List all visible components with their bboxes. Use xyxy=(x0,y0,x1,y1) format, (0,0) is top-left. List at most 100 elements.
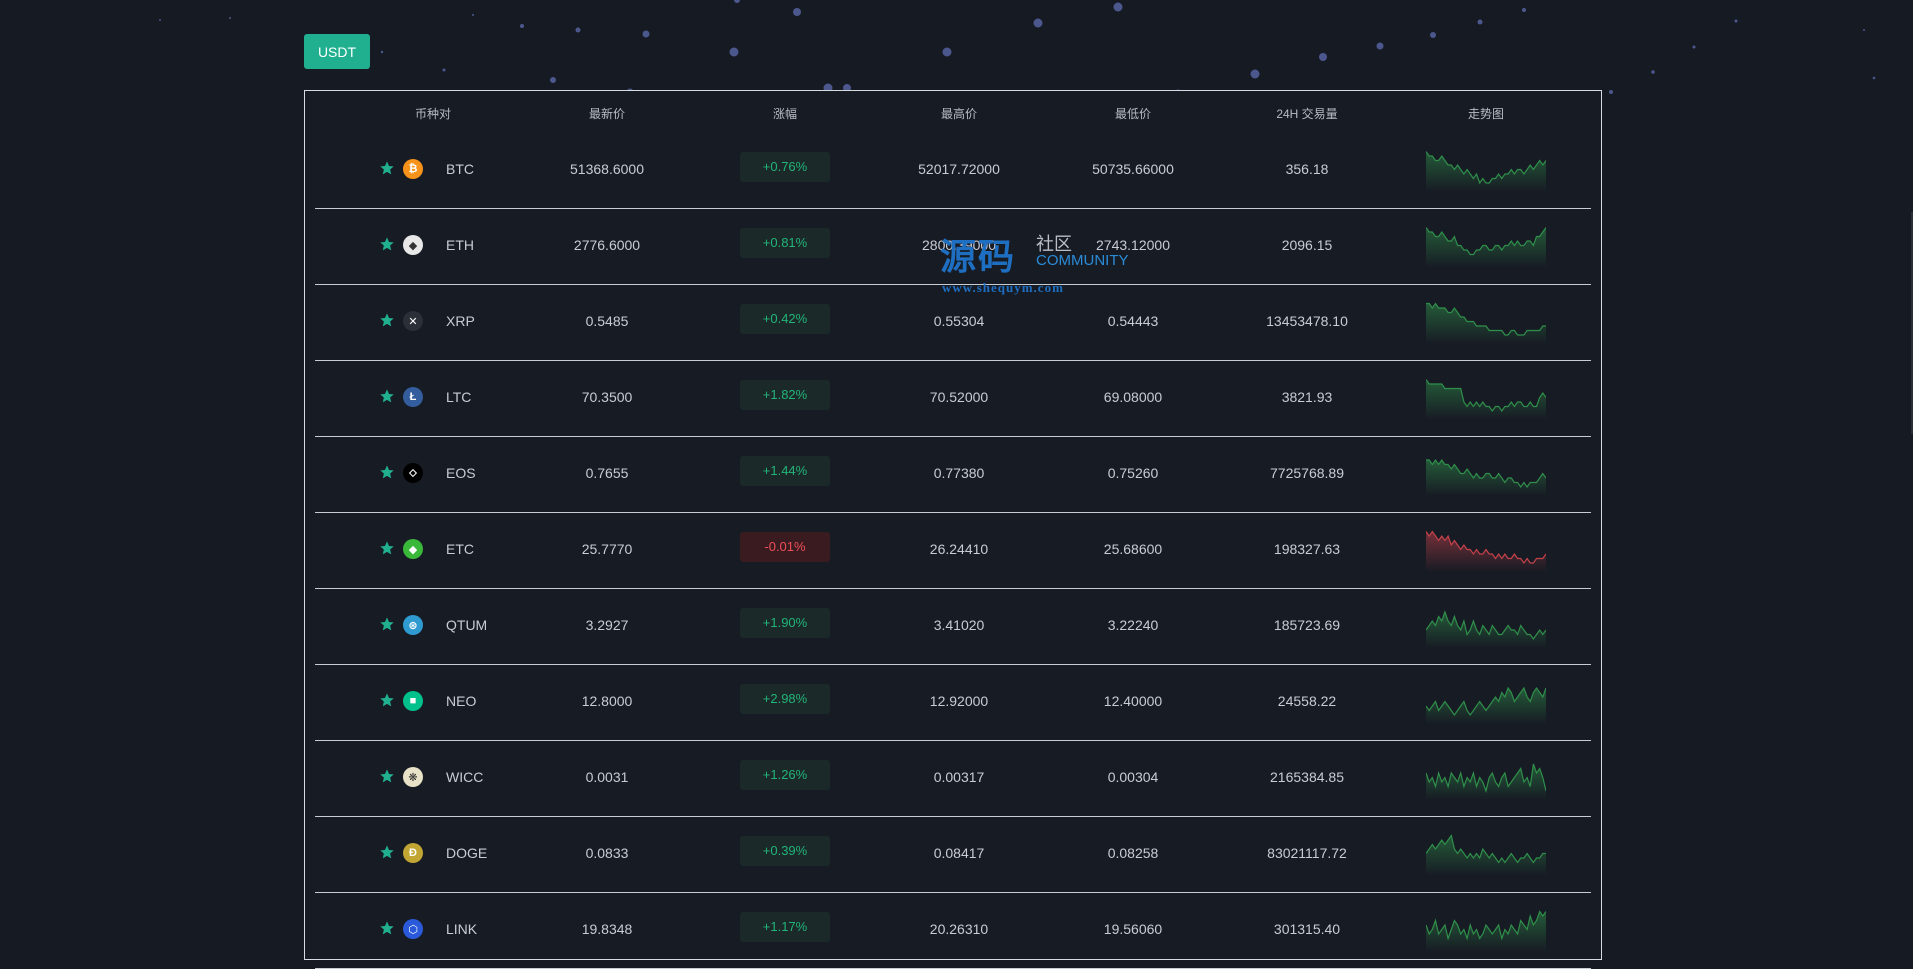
particle-dot xyxy=(520,24,524,28)
star-icon[interactable] xyxy=(379,388,395,404)
particle-dot xyxy=(1033,18,1043,28)
xrp-icon: ✕ xyxy=(403,311,423,331)
last-price: 0.5485 xyxy=(585,313,629,329)
change-badge: +0.81% xyxy=(740,228,830,258)
pair-symbol[interactable]: BTC xyxy=(446,161,474,177)
low-price: 12.40000 xyxy=(1103,693,1163,709)
high-price: 0.08417 xyxy=(933,845,985,861)
table-row[interactable]: ❋ WICC 0.0031 +1.26% 0.00317 0.00304 216… xyxy=(315,741,1591,817)
pair-symbol[interactable]: WICC xyxy=(446,769,483,785)
particle-dot xyxy=(1872,76,1876,80)
table-row[interactable]: ◆ ETH 2776.6000 +0.81% 2800.39000 2743.1… xyxy=(315,209,1591,285)
trend-sparkline xyxy=(1426,151,1546,192)
low-price: 69.08000 xyxy=(1103,389,1163,405)
particle-dot xyxy=(380,50,384,54)
high-price: 70.52000 xyxy=(929,389,989,405)
particle-dot xyxy=(1863,29,1865,31)
column-header-price: 最新价 xyxy=(588,107,626,121)
particle-dot xyxy=(1113,2,1123,12)
sparkline-area xyxy=(1426,531,1546,572)
change-badge: +0.39% xyxy=(740,836,830,866)
table-row[interactable]: Ð DOGE 0.0833 +0.39% 0.08417 0.08258 830… xyxy=(315,817,1591,893)
sparkline-area xyxy=(1426,303,1546,344)
column-header-pair: 币种对 xyxy=(414,107,452,121)
neo-icon: ■ xyxy=(403,691,423,711)
last-price: 70.3500 xyxy=(581,389,633,405)
particle-dot xyxy=(729,47,739,57)
pair-symbol[interactable]: NEO xyxy=(446,693,476,709)
particle-dot xyxy=(550,77,556,83)
pair-symbol[interactable]: LTC xyxy=(446,389,471,405)
low-price: 0.54443 xyxy=(1107,313,1159,329)
column-header-change: 涨幅 xyxy=(772,107,798,121)
star-icon[interactable] xyxy=(379,160,395,176)
change-badge: -0.01% xyxy=(740,532,830,562)
volume-24h: 2165384.85 xyxy=(1270,769,1344,785)
high-price: 26.24410 xyxy=(929,541,989,557)
pair-symbol[interactable]: ETH xyxy=(446,237,474,253)
trend-sparkline xyxy=(1426,379,1546,420)
pair-symbol[interactable]: LINK xyxy=(446,921,477,937)
trend-sparkline xyxy=(1426,910,1546,952)
star-icon[interactable] xyxy=(379,616,395,632)
sparkline-area xyxy=(1426,227,1546,268)
trend-sparkline xyxy=(1426,302,1546,344)
pair-symbol[interactable]: DOGE xyxy=(446,845,487,861)
pair-symbol[interactable]: EOS xyxy=(446,465,476,481)
last-price: 19.8348 xyxy=(581,921,633,937)
low-price: 0.08258 xyxy=(1107,845,1159,861)
star-icon[interactable] xyxy=(379,464,395,480)
table-row[interactable]: ⊛ QTUM 3.2927 +1.90% 3.41020 3.22240 185… xyxy=(315,589,1591,665)
star-icon[interactable] xyxy=(379,844,395,860)
column-header-high: 最高价 xyxy=(940,107,978,121)
high-price: 20.26310 xyxy=(929,921,989,937)
pair-symbol[interactable]: XRP xyxy=(446,313,475,329)
table-row[interactable]: ₿ BTC 51368.6000 +0.76% 52017.72000 5073… xyxy=(315,133,1591,209)
star-icon[interactable] xyxy=(379,692,395,708)
change-badge: +1.44% xyxy=(740,456,830,486)
table-row[interactable]: ■ NEO 12.8000 +2.98% 12.92000 12.40000 2… xyxy=(315,665,1591,741)
star-icon[interactable] xyxy=(379,236,395,252)
low-price: 3.22240 xyxy=(1107,617,1159,633)
table-row[interactable]: ⬦ EOS 0.7655 +1.44% 0.77380 0.75260 7725… xyxy=(315,437,1591,513)
particle-dot xyxy=(642,30,650,38)
table-row[interactable]: ⬡ LINK 19.8348 +1.17% 20.26310 19.56060 … xyxy=(315,893,1591,969)
particle-dot xyxy=(1692,45,1696,49)
volume-24h: 24558.22 xyxy=(1277,693,1337,709)
sparkline-area xyxy=(1426,688,1546,724)
last-price: 0.0833 xyxy=(585,845,629,861)
volume-24h: 2096.15 xyxy=(1281,237,1333,253)
last-price: 3.2927 xyxy=(585,617,629,633)
table-row[interactable]: Ł LTC 70.3500 +1.82% 70.52000 69.08000 3… xyxy=(315,361,1591,437)
trend-sparkline xyxy=(1426,834,1546,876)
high-price: 52017.72000 xyxy=(918,161,1000,177)
star-icon[interactable] xyxy=(379,540,395,556)
low-price: 2743.12000 xyxy=(1096,237,1170,253)
table-row[interactable]: ◆ ETC 25.7770 -0.01% 26.24410 25.68600 1… xyxy=(315,513,1591,589)
change-badge: +1.26% xyxy=(740,760,830,790)
column-header-low: 最低价 xyxy=(1114,107,1152,121)
doge-icon: Ð xyxy=(403,843,423,863)
ltc-icon: Ł xyxy=(403,387,423,407)
particle-dot xyxy=(575,27,581,33)
particle-dot xyxy=(1477,19,1483,25)
last-price: 0.0031 xyxy=(585,769,629,785)
star-icon[interactable] xyxy=(379,312,395,328)
pair-symbol[interactable]: QTUM xyxy=(446,617,487,633)
star-icon[interactable] xyxy=(379,768,395,784)
volume-24h: 83021117.72 xyxy=(1267,845,1347,861)
volume-24h: 185723.69 xyxy=(1273,617,1341,633)
particle-dot xyxy=(1376,42,1384,50)
table-row[interactable]: ✕ XRP 0.5485 +0.42% 0.55304 0.54443 1345… xyxy=(315,285,1591,361)
change-badge: +0.42% xyxy=(740,304,830,334)
high-price: 0.00317 xyxy=(933,769,985,785)
low-price: 25.68600 xyxy=(1103,541,1163,557)
particle-dot xyxy=(159,19,161,21)
particle-dot xyxy=(1430,32,1436,38)
last-price: 12.8000 xyxy=(581,693,633,709)
change-badge: +1.82% xyxy=(740,380,830,410)
particle-dot xyxy=(1319,53,1327,61)
pair-symbol[interactable]: ETC xyxy=(446,541,474,557)
star-icon[interactable] xyxy=(379,920,395,936)
market-tab-usdt[interactable]: USDT xyxy=(304,34,370,69)
